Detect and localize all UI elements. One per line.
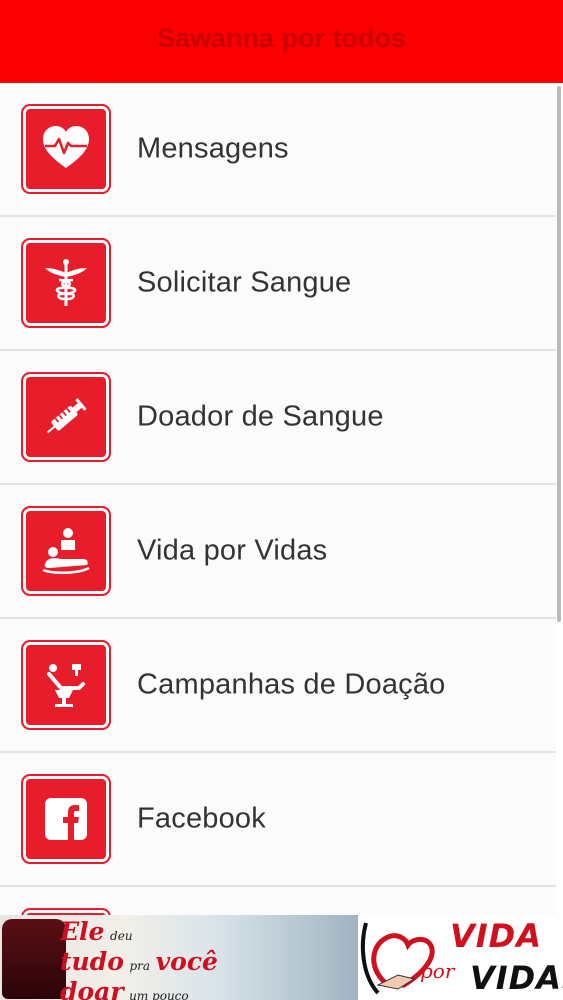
menu-label: Campanhas de Doação: [137, 668, 446, 701]
menu-item-doador-de-sangue[interactable]: Doador de Sangue: [0, 351, 556, 485]
caduceus-icon: [21, 238, 111, 328]
scrollbar[interactable]: [557, 86, 561, 622]
donor-patient-icon: [21, 506, 111, 596]
menu-item-campanhas-de-doacao[interactable]: Campanhas de Doação: [0, 619, 556, 753]
menu-item-facebook[interactable]: Facebook: [0, 753, 556, 887]
menu-item-mensagens[interactable]: Mensagens: [0, 83, 556, 217]
menu-item-solicitar-sangue[interactable]: Solicitar Sangue: [0, 217, 556, 351]
heart-pulse-icon: [21, 104, 111, 194]
menu-label: Mensagens: [137, 132, 289, 165]
syringe-icon: [21, 372, 111, 462]
vida-por-vidas-logo: VIDA por VIDAS: [358, 915, 563, 1000]
header-title: Sawanna por todos: [156, 23, 407, 53]
partial-tile-icon: [21, 908, 111, 915]
blood-bag-image: [2, 919, 66, 999]
menu-label: Doador de Sangue: [137, 400, 384, 433]
logo-por: por: [420, 959, 455, 983]
hands-heart-icon: [360, 922, 435, 995]
logo-vida: VIDA: [450, 917, 542, 955]
banner-photo: Ele deu pratudo pra você doar um pouco: [0, 915, 358, 1000]
menu-item-partial[interactable]: [0, 887, 556, 915]
menu-label: Facebook: [137, 802, 266, 835]
ad-banner[interactable]: Ele deu pratudo pra você doar um pouco V…: [0, 915, 563, 1000]
facebook-icon: [21, 774, 111, 864]
banner-slogan: Ele deu pratudo pra você doar um pouco: [60, 917, 218, 1000]
logo-vidas: VIDAS: [470, 959, 563, 997]
menu-label: Solicitar Sangue: [137, 266, 352, 299]
donation-chair-icon: [21, 640, 111, 730]
app-header: Sawanna por todos: [0, 0, 563, 83]
menu-label: Vida por Vidas: [137, 534, 328, 567]
menu-list: Mensagens Solicitar Sangue Doador de San…: [0, 83, 556, 915]
menu-item-vida-por-vidas[interactable]: Vida por Vidas: [0, 485, 556, 619]
